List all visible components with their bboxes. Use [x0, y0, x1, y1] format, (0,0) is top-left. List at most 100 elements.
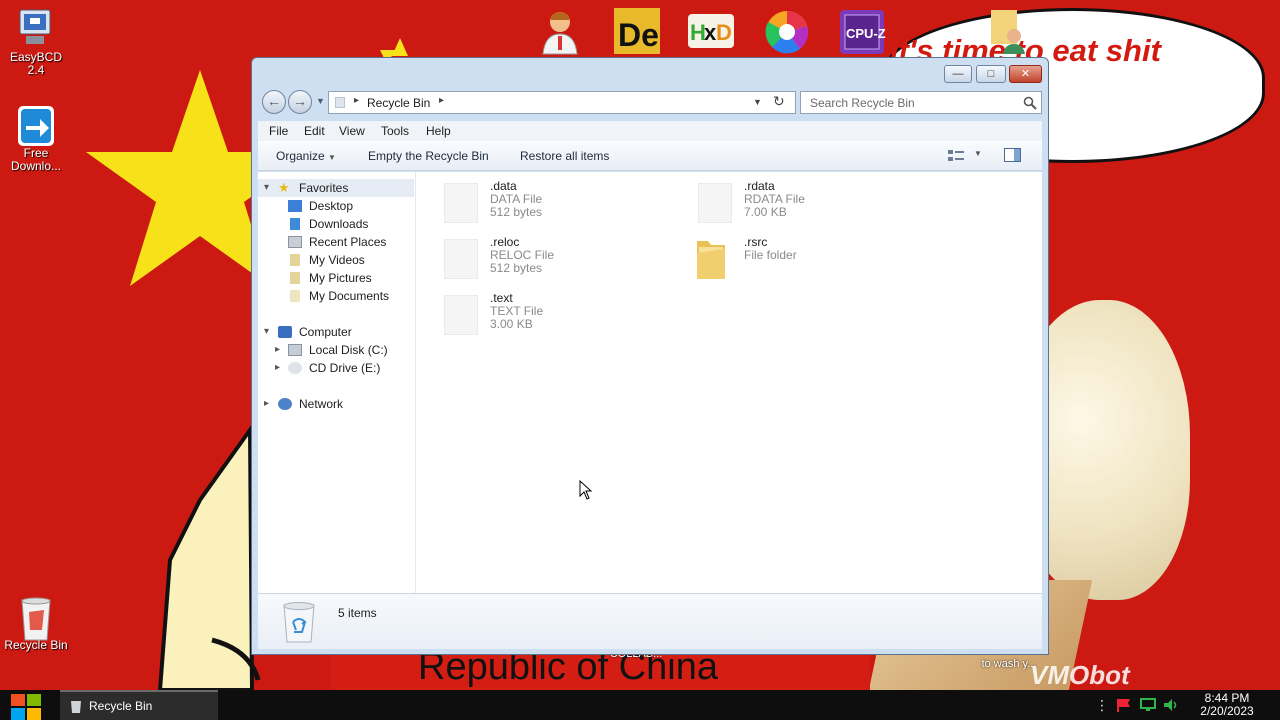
file-item[interactable]: .reloc RELOC File 512 bytes	[444, 235, 684, 287]
collapsed-arrow-icon: ▸	[264, 398, 270, 409]
collapsed-arrow-icon: ▸	[275, 344, 281, 355]
window-titlebar[interactable]: — □ ✕	[252, 58, 1048, 90]
menu-dots-icon[interactable]: ⋮	[1094, 698, 1110, 712]
breadcrumb[interactable]: Recycle Bin	[367, 96, 430, 110]
file-name: .rsrc	[744, 235, 768, 249]
desktop-icon-label: Free Downlo...	[10, 146, 62, 173]
color-wheel-icon[interactable]	[762, 8, 812, 56]
desktop-icon-recycle-bin[interactable]: Recycle Bin	[0, 596, 72, 652]
tree-network[interactable]: ▸ Network	[258, 395, 414, 413]
file-size: 512 bytes	[490, 205, 543, 219]
recycle-bin-icon	[71, 701, 81, 713]
user-icon[interactable]	[985, 8, 1035, 56]
close-button[interactable]: ✕	[1009, 65, 1042, 83]
desktop-icon-label: EasyBCD 2.4	[9, 50, 62, 77]
network-icon	[278, 398, 292, 410]
doctor-icon[interactable]	[535, 8, 585, 56]
disk-icon	[288, 344, 302, 356]
recent-pages-icon[interactable]: ▼	[316, 96, 325, 106]
maximize-button[interactable]: □	[976, 65, 1006, 83]
file-item[interactable]: .rdata RDATA File 7.00 KB	[698, 179, 938, 231]
item-count: 5 items	[338, 606, 377, 620]
tree-item-cd-drive[interactable]: ▸ CD Drive (E:)	[258, 359, 414, 377]
breadcrumb-arrow-icon[interactable]: ▸	[439, 95, 444, 106]
menu-view[interactable]: View	[339, 124, 365, 138]
documents-icon	[290, 290, 300, 302]
forward-button[interactable]: →	[288, 90, 312, 114]
recent-places-icon	[288, 236, 302, 248]
refresh-icon[interactable]: ↻	[773, 93, 785, 110]
search-input[interactable]: Search Recycle Bin	[810, 96, 915, 110]
network-icon[interactable]	[1140, 698, 1156, 712]
taskbar-item-recycle-bin[interactable]: Recycle Bin	[60, 690, 218, 720]
volume-icon[interactable]	[1163, 698, 1179, 712]
de-icon[interactable]: De	[612, 8, 662, 56]
tree-item-desktop[interactable]: Desktop	[258, 197, 414, 215]
recycle-bin-icon	[283, 602, 315, 643]
expand-arrow-icon: ▾	[264, 182, 270, 193]
address-bar[interactable]: ▸ Recycle Bin ▸ ▼ ↻	[328, 91, 796, 114]
tree-favorites[interactable]: ▾ ★ Favorites	[258, 179, 414, 197]
tree-item-recent-places[interactable]: Recent Places	[258, 233, 414, 251]
restore-all-items-button[interactable]: Restore all items	[520, 149, 609, 163]
tree-item-local-disk[interactable]: ▸ Local Disk (C:)	[258, 341, 414, 359]
view-options-icon[interactable]	[948, 149, 964, 162]
file-name: .text	[490, 291, 513, 305]
cd-drive-icon	[288, 362, 302, 374]
preview-pane-icon[interactable]	[1004, 148, 1021, 162]
folder-icon	[697, 241, 725, 279]
organize-button[interactable]: Organize ▼	[276, 149, 336, 163]
expand-arrow-icon: ▾	[264, 326, 270, 337]
desktop-icon-easybcd[interactable]: EasyBCD 2.4	[0, 8, 72, 77]
flag-icon[interactable]	[1116, 698, 1132, 712]
menu-edit[interactable]: Edit	[304, 124, 325, 138]
tree-item-downloads[interactable]: Downloads	[258, 215, 414, 233]
command-bar: Organize ▼ Empty the Recycle Bin Restore…	[258, 141, 1042, 171]
menu-help[interactable]: Help	[426, 124, 451, 138]
minimize-button[interactable]: —	[944, 65, 972, 83]
folder-item[interactable]: .rsrc File folder	[692, 235, 932, 287]
desktop-icon	[288, 200, 302, 212]
menu-tools[interactable]: Tools	[381, 124, 409, 138]
desktop-icon-free-download[interactable]: Free Downlo...	[0, 104, 72, 173]
cpuz-icon[interactable]: CPU-Z	[837, 8, 887, 56]
file-type: TEXT File	[490, 304, 544, 318]
file-item[interactable]: .text TEXT File 3.00 KB	[444, 291, 684, 343]
file-type: File folder	[744, 248, 797, 262]
empty-recycle-bin-button[interactable]: Empty the Recycle Bin	[368, 149, 489, 163]
file-type: RDATA File	[744, 192, 805, 206]
view-dropdown-icon[interactable]: ▼	[974, 149, 982, 158]
menu-bar: File Edit View Tools Help	[258, 121, 1042, 141]
tree-item-my-pictures[interactable]: My Pictures	[258, 269, 414, 287]
taskbar: Recycle Bin ⋮ 8:44 PM 2/20/2023	[0, 690, 1280, 720]
free-download-icon	[16, 104, 56, 146]
file-icon	[444, 183, 478, 223]
downloads-icon	[290, 218, 300, 230]
start-button[interactable]	[8, 692, 44, 720]
file-item[interactable]: .data DATA File 512 bytes	[444, 179, 684, 231]
easybcd-icon	[16, 8, 56, 48]
windows-logo-icon	[11, 694, 41, 720]
file-type: DATA File	[490, 192, 543, 206]
tree-item-my-documents[interactable]: My Documents	[258, 287, 414, 305]
clock[interactable]: 8:44 PM 2/20/2023	[1190, 692, 1264, 718]
file-name: .data	[490, 179, 517, 193]
file-type: RELOC File	[490, 248, 555, 262]
computer-icon	[278, 326, 292, 338]
back-button[interactable]: ←	[262, 90, 286, 114]
file-size: 3.00 KB	[490, 317, 533, 331]
pictures-icon	[290, 272, 300, 284]
hxd-icon[interactable]: HxD	[686, 8, 736, 56]
file-icon	[444, 239, 478, 279]
address-dropdown-icon[interactable]: ▼	[753, 97, 762, 107]
navigation-bar: ← → ▼ ▸ Recycle Bin ▸ ▼ ↻ Search Recycle…	[260, 88, 1042, 116]
search-icon[interactable]	[1023, 96, 1037, 110]
svg-text:CPU-Z: CPU-Z	[846, 26, 886, 41]
tree-computer[interactable]: ▾ Computer	[258, 323, 414, 341]
menu-file[interactable]: File	[269, 124, 288, 138]
tree-item-my-videos[interactable]: My Videos	[258, 251, 414, 269]
details-pane: 5 items	[258, 593, 1042, 649]
file-name: .reloc	[490, 235, 520, 249]
svg-text:De: De	[618, 17, 659, 53]
search-box[interactable]: Search Recycle Bin	[800, 91, 1042, 114]
